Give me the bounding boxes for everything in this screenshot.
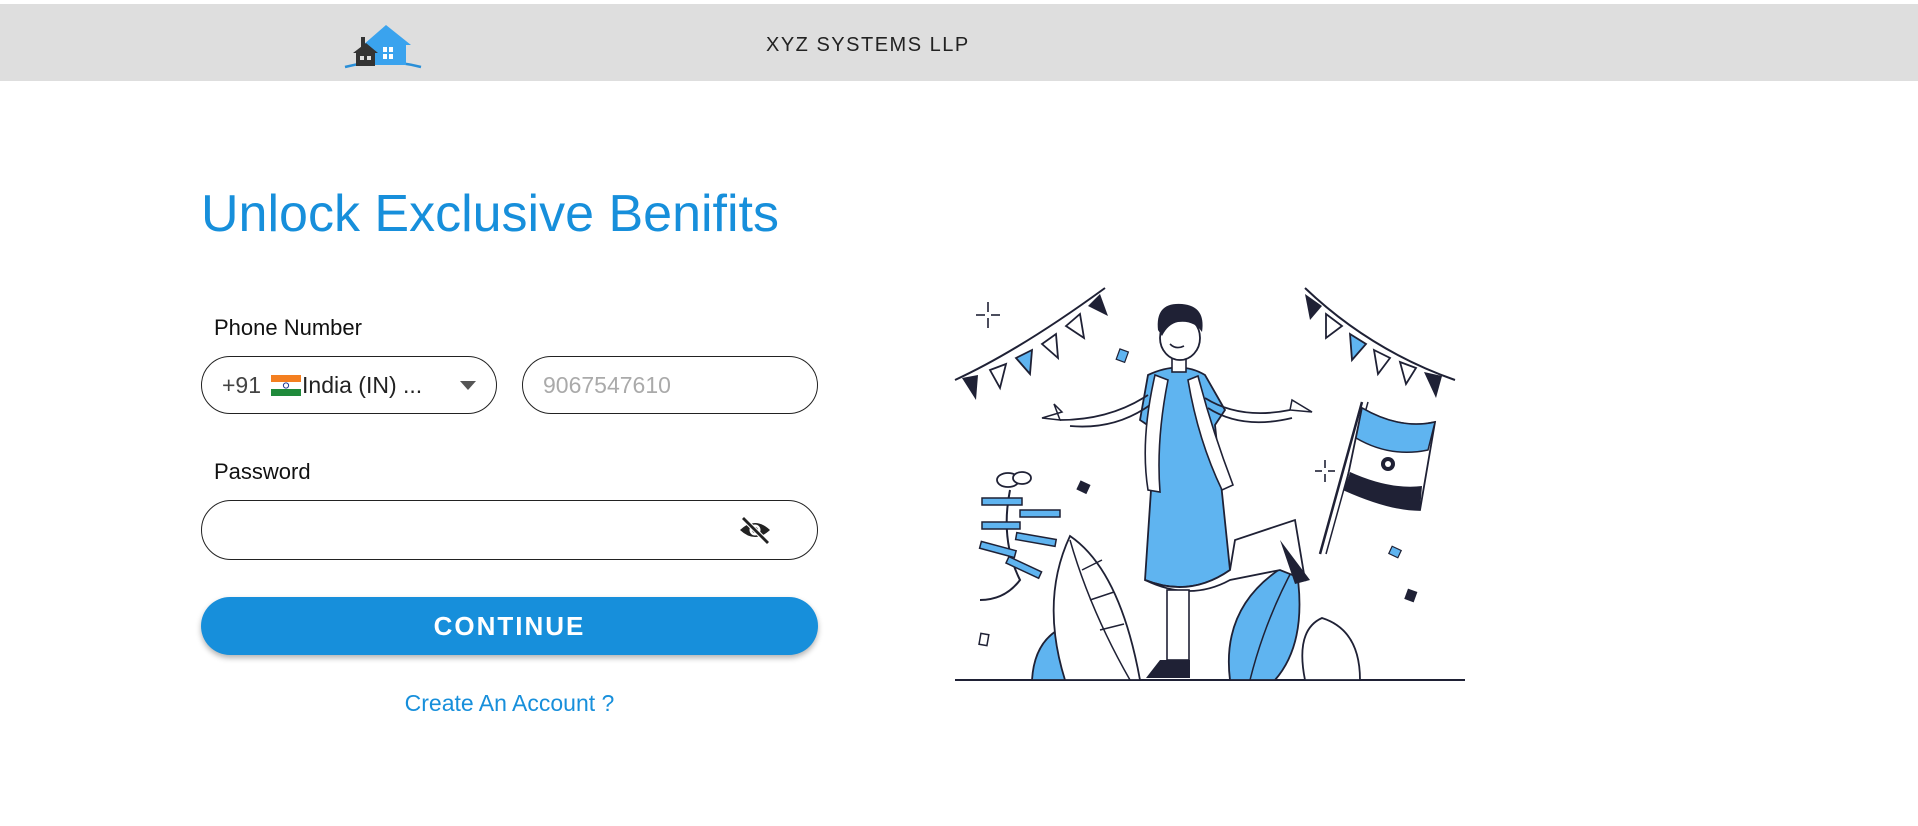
password-input[interactable] <box>222 511 726 551</box>
password-label: Password <box>214 459 311 484</box>
house-logo-icon[interactable] <box>343 21 423 71</box>
eye-slash-icon[interactable] <box>738 515 772 545</box>
india-flag-icon <box>271 374 302 396</box>
country-code-select[interactable]: +91 India (IN) ... <box>201 356 497 414</box>
chevron-down-icon <box>460 381 476 390</box>
continue-button[interactable]: CONTINUE <box>201 597 818 655</box>
phone-number-label: Phone Number <box>214 315 362 340</box>
page-title: Unlock Exclusive Benifits <box>201 185 779 243</box>
country-name: India (IN) ... <box>302 371 423 398</box>
celebration-illustration <box>950 280 1490 690</box>
country-code: +91 <box>222 371 262 398</box>
create-account-link[interactable]: Create An Account ? <box>0 690 1019 717</box>
company-name: XYZ SYSTEMS LLP <box>766 34 970 56</box>
top-header-bar: XYZ SYSTEMS LLP <box>0 4 1918 81</box>
phone-number-input[interactable] <box>522 356 818 414</box>
password-field[interactable] <box>201 500 818 560</box>
